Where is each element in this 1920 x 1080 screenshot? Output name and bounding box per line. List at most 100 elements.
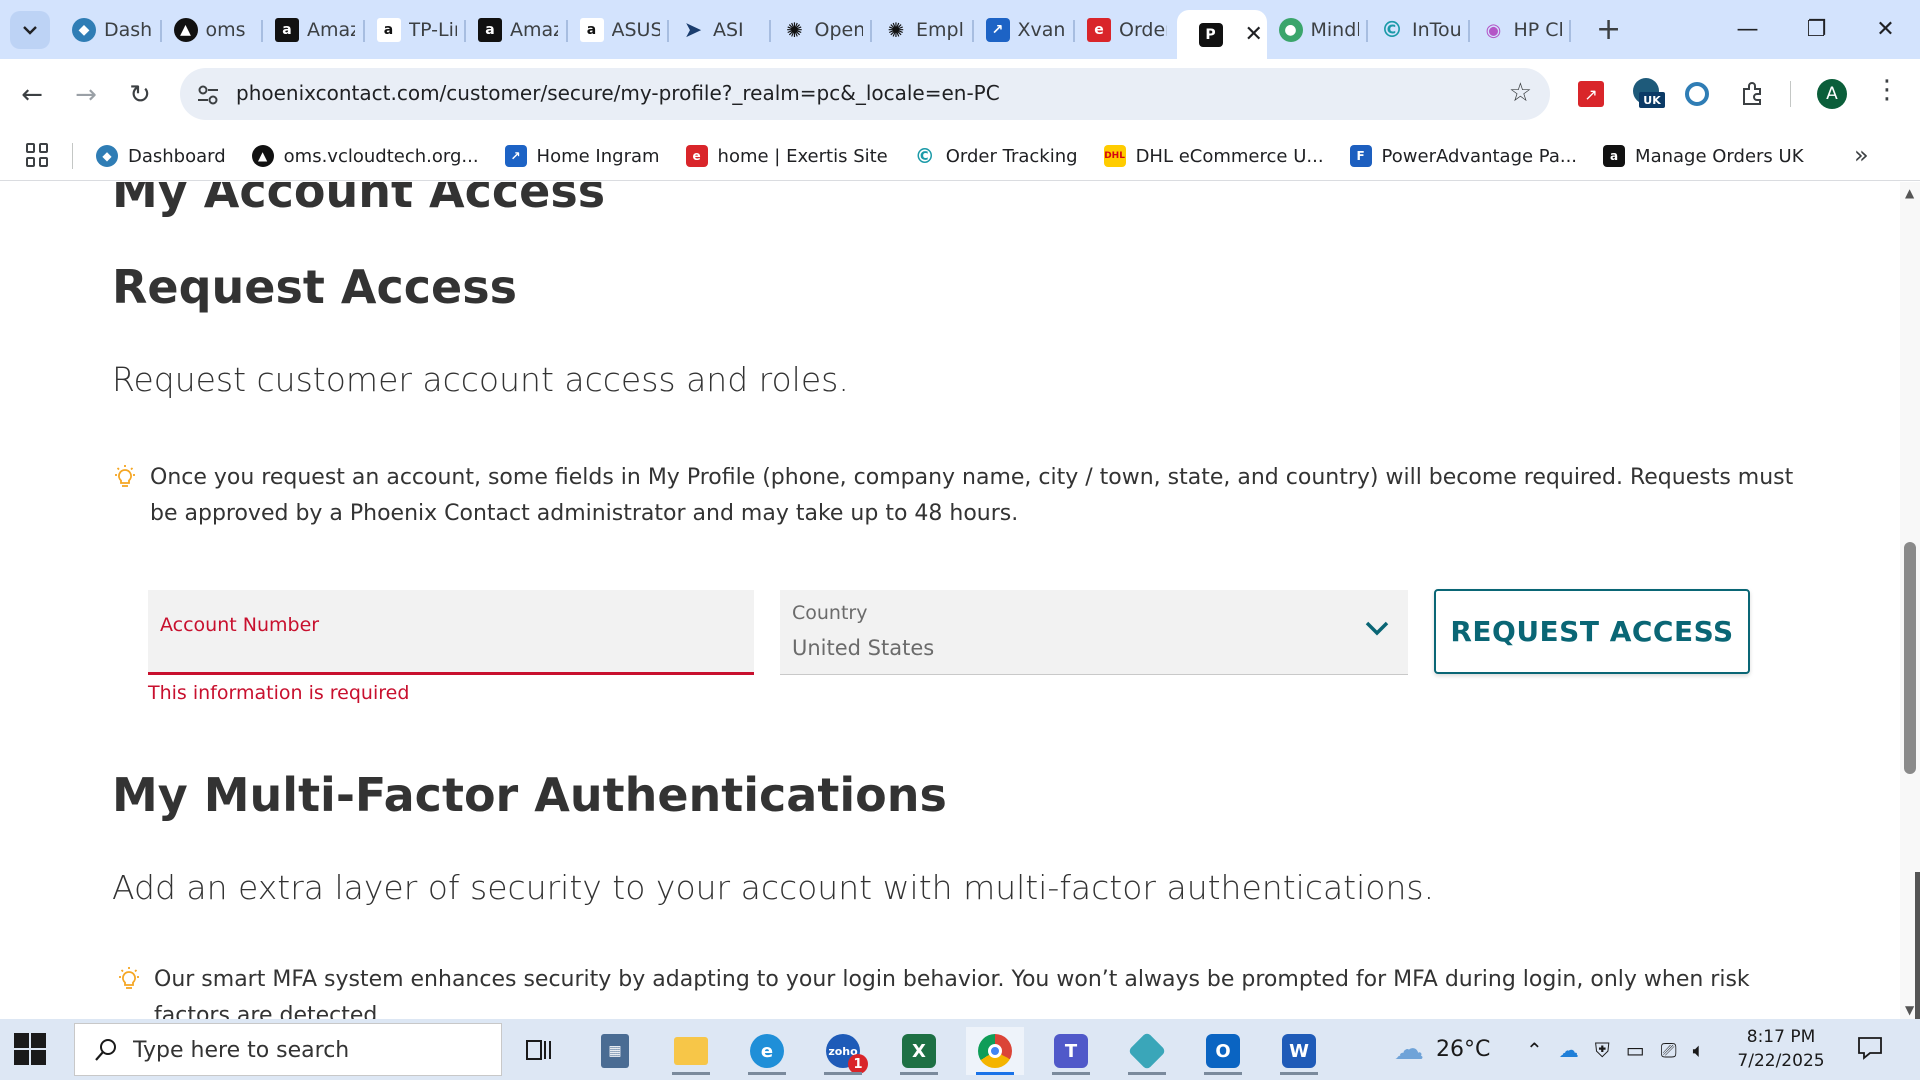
tab-intouch[interactable]: © InTouch (1368, 10, 1470, 50)
notification-center-icon[interactable] (1856, 1035, 1884, 1061)
page-scrollbar[interactable]: ▲ ▼ (1900, 182, 1920, 1019)
scrollbar-thumb[interactable] (1904, 542, 1916, 774)
tab-asi[interactable]: ➤ ASI (669, 10, 771, 50)
browser-menu-icon[interactable]: ⋮ (1874, 75, 1900, 105)
taskbar-search[interactable] (74, 1023, 502, 1076)
intouch-favicon-icon: © (1381, 17, 1403, 43)
new-tab-button[interactable]: + (1596, 12, 1621, 47)
weather-widget[interactable]: ☁ 26°C (1394, 1019, 1490, 1080)
bookmark-manage-orders-uk[interactable]: a Manage Orders UK (1603, 145, 1804, 167)
amazon-favicon-icon: a (478, 18, 502, 42)
tab-employee[interactable]: ✺ Employee (872, 10, 974, 50)
task-view-icon[interactable] (510, 1027, 568, 1075)
scroll-down-icon[interactable]: ▼ (1905, 1003, 1914, 1017)
chrome-icon[interactable] (966, 1027, 1024, 1075)
ingram-favicon-icon: ↗ (504, 145, 527, 167)
tab-mindbody[interactable]: ● Mindbody (1267, 10, 1368, 50)
tab-tplink[interactable]: a TP-Link (365, 10, 466, 50)
chevron-up-icon[interactable]: ⌃ (1526, 1038, 1543, 1062)
bookmark-dashboard[interactable]: ◆ Dashboard (96, 145, 226, 167)
bookmark-label: Home Ingram (536, 145, 660, 167)
bookmark-poweradvantage[interactable]: F PowerAdvantage Pa... (1349, 145, 1577, 167)
account-number-field[interactable]: Account Number (148, 590, 754, 675)
word-icon[interactable]: W (1270, 1027, 1328, 1075)
volume-icon[interactable]: 🔈︎ (1693, 1038, 1705, 1062)
calculator-icon[interactable]: ▦ (586, 1027, 644, 1075)
url-text[interactable]: phoenixcontact.com/customer/secure/my-pr… (236, 81, 1000, 105)
dashboard-favicon-icon: ◆ (96, 145, 118, 167)
weather-cloud-icon: ☁ (1394, 1032, 1424, 1067)
tab-oms[interactable]: ▲ oms (162, 10, 263, 50)
forward-button[interactable]: → (66, 75, 106, 115)
tab-title: Dashboard (104, 19, 152, 41)
apps-grid-icon[interactable] (26, 143, 50, 167)
teams-icon[interactable]: T (1042, 1027, 1100, 1075)
request-access-button[interactable]: REQUEST ACCESS (1434, 589, 1750, 674)
clock-date: 7/22/2025 (1737, 1051, 1825, 1071)
bookmark-oms[interactable]: ▲ oms.vcloudtech.org... (251, 145, 479, 167)
outlook-icon[interactable]: O (1194, 1027, 1252, 1075)
tab-dashboard[interactable]: ◆ Dashboard (60, 10, 162, 50)
bookmark-label: home | Exertis Site (717, 145, 888, 167)
minimize-button[interactable]: — (1713, 0, 1782, 59)
exertis-favicon-icon: e (1087, 18, 1111, 42)
address-bar[interactable]: phoenixcontact.com/customer/secure/my-pr… (180, 68, 1550, 120)
tab-amazon[interactable]: a Amazon (263, 10, 365, 50)
reload-button[interactable]: ↻ (120, 75, 160, 115)
bookmark-list: ◆ Dashboard ▲ oms.vcloudtech.org... ↗ Ho… (96, 131, 1830, 181)
tab-xvantage[interactable]: ↗ Xvantage (974, 10, 1075, 50)
windows-start-icon[interactable] (14, 1033, 46, 1065)
mindbody-favicon-icon: ● (1278, 18, 1303, 42)
gear-extension-icon[interactable] (1680, 77, 1714, 111)
close-window-button[interactable]: ✕ (1851, 0, 1920, 59)
tab-order[interactable]: e Order (1075, 10, 1177, 50)
hp-favicon-icon: ◉ (1485, 19, 1502, 41)
battery-icon[interactable]: ▭ (1626, 1038, 1645, 1062)
asi-favicon-icon: ➤ (683, 17, 703, 43)
security-icon[interactable]: ⛨ (1595, 1038, 1610, 1062)
bookmark-star-icon[interactable]: ☆ (1509, 78, 1532, 108)
request-access-hint-text: Once you request an account, some fields… (150, 465, 1794, 526)
openai-favicon-icon: ✺ (887, 18, 905, 42)
country-select[interactable]: Country United States (780, 590, 1408, 675)
profile-avatar[interactable]: A (1817, 79, 1847, 109)
tab-title: oms (205, 19, 246, 41)
tab-amazon-2[interactable]: a Amazon (466, 10, 568, 50)
weather-temperature: 26°C (1436, 1037, 1491, 1062)
bookmark-exertis[interactable]: e home | Exertis Site (685, 145, 888, 167)
file-explorer-icon[interactable] (662, 1027, 720, 1075)
taskbar-clock[interactable]: 8:17 PM 7/22/2025 (1728, 1025, 1834, 1073)
bookmark-dhl[interactable]: DHL DHL eCommerce U... (1103, 145, 1324, 167)
network-icon[interactable]: ⎚ (1661, 1038, 1677, 1062)
bookmark-home-ingram[interactable]: ↗ Home Ingram (504, 145, 660, 167)
edge-icon[interactable]: e (738, 1027, 796, 1075)
mfa-hint-text: Our smart MFA system enhances security b… (154, 967, 1750, 1019)
globe-extension-icon[interactable]: UK (1630, 77, 1665, 111)
puzzle-icon[interactable] (1736, 77, 1770, 111)
tab-asus[interactable]: a ASUS (568, 10, 669, 50)
site-info-icon[interactable] (194, 81, 222, 109)
tab-openai[interactable]: ✺ OpenAI (771, 10, 872, 50)
scroll-up-icon[interactable]: ▲ (1905, 186, 1914, 200)
tab-hp-cloud[interactable]: ◉ HP Cloud (1470, 10, 1571, 50)
chevron-down-icon[interactable] (1364, 620, 1390, 636)
onedrive-icon[interactable]: ☁ (1559, 1038, 1579, 1062)
back-button[interactable]: ← (12, 75, 52, 115)
tab-phoenix-contact-active[interactable]: P ✕ (1176, 10, 1267, 59)
diamond-app-icon[interactable] (1118, 1027, 1176, 1075)
bookmarks-bar: ◆ Dashboard ▲ oms.vcloudtech.org... ↗ Ho… (0, 131, 1920, 181)
tab-title: InTouch (1412, 19, 1460, 41)
taskbar-search-input[interactable] (133, 1034, 473, 1066)
close-icon[interactable]: ✕ (1245, 22, 1263, 47)
mfa-hint: Our smart MFA system enhances security b… (112, 962, 1812, 1019)
excel-icon[interactable]: X (890, 1027, 948, 1075)
restore-button[interactable]: ❐ (1782, 0, 1851, 59)
more-bookmarks-icon[interactable]: » (1854, 141, 1869, 169)
tab-title: Employee (916, 19, 964, 41)
tab-search-button[interactable] (10, 11, 50, 49)
zoho-mail-icon[interactable]: zoho 1 (814, 1027, 872, 1075)
bookmark-order-tracking[interactable]: © Order Tracking (914, 144, 1078, 168)
dhl-favicon-icon: DHL (1103, 145, 1126, 167)
notification-badge: 1 (848, 1054, 868, 1074)
pdf-extension-icon[interactable]: ↗ (1574, 77, 1608, 111)
